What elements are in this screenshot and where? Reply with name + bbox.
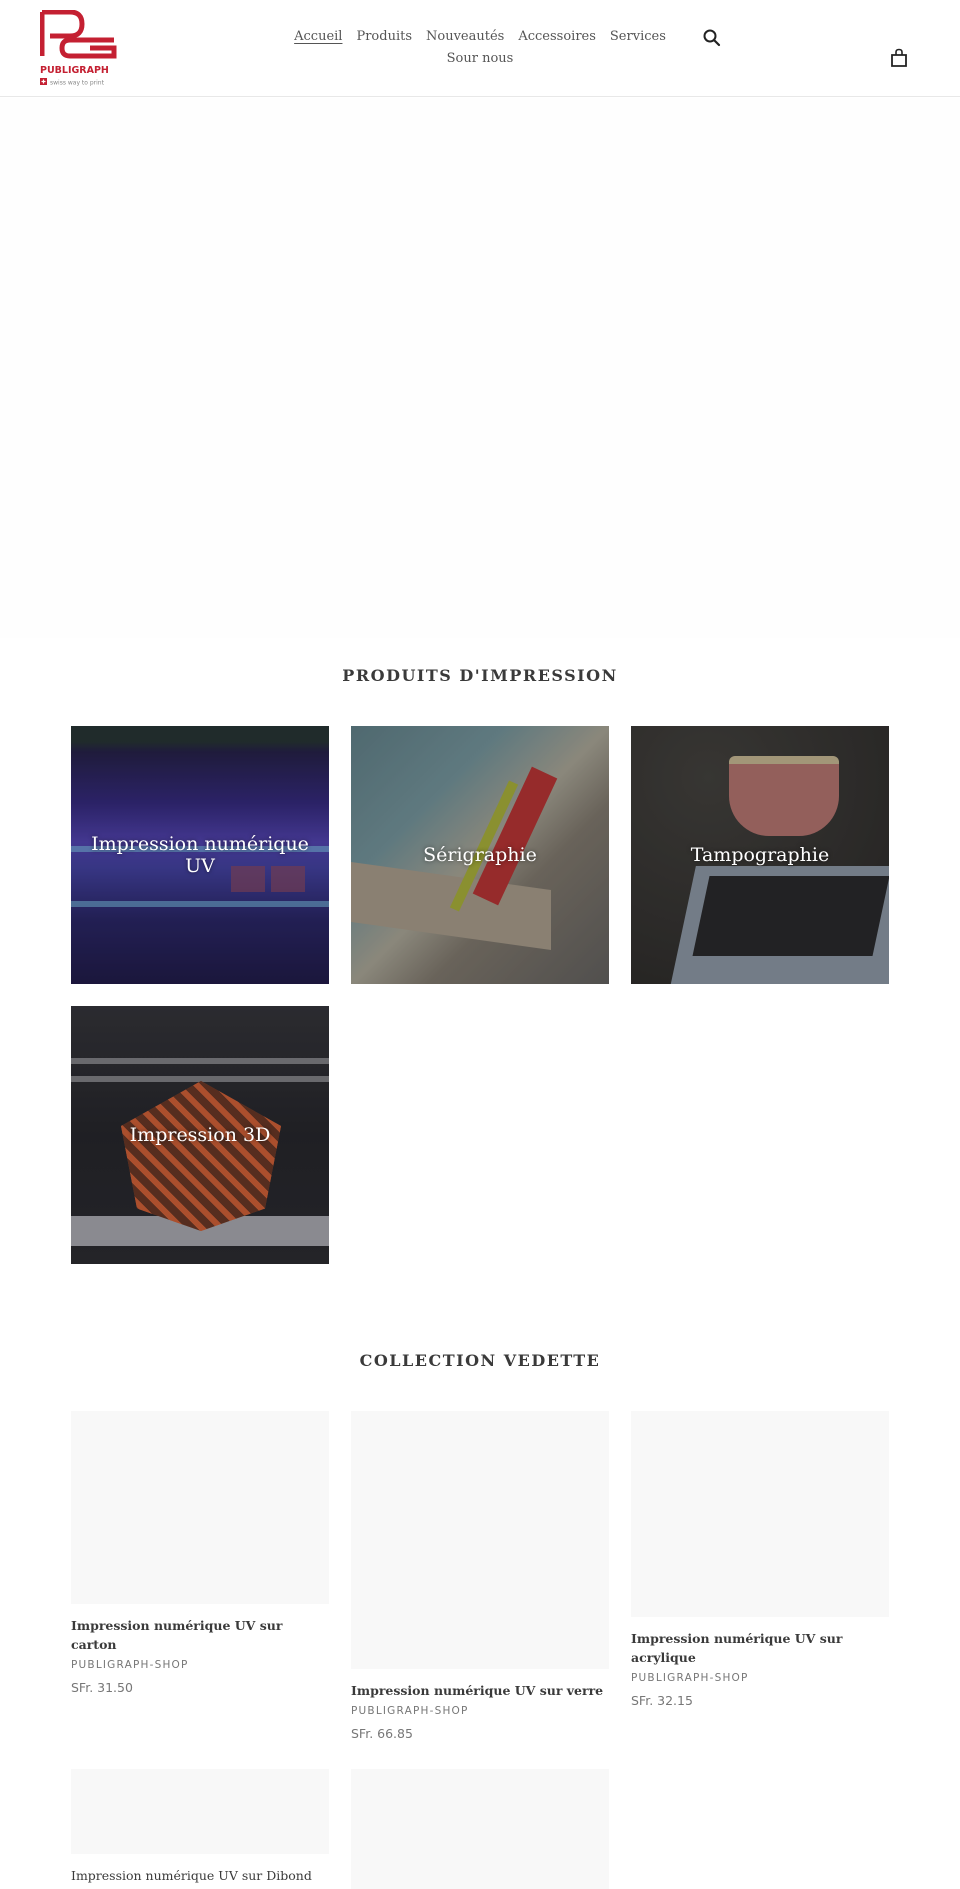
product-image-placeholder	[351, 1411, 609, 1669]
product-image-placeholder	[71, 1769, 329, 1854]
main-nav: Accueil Produits Nouveautés Accessoires Serv…	[270, 26, 690, 70]
hero-slideshow	[0, 98, 960, 638]
product-image-placeholder	[71, 1411, 329, 1604]
product-card[interactable]	[351, 1769, 609, 1889]
nav-sour-nous[interactable]: Sour nous	[447, 48, 514, 70]
search-icon	[703, 29, 721, 47]
product-image-placeholder	[351, 1769, 609, 1889]
product-vendor: PUBLIGRAPH-SHOP	[631, 1672, 749, 1684]
logo-tagline: swiss way to print	[50, 80, 105, 87]
collection-tile-label: Tampographie	[690, 844, 830, 866]
collection-tile-serigraphie[interactable]: Sérigraphie	[351, 726, 609, 984]
product-vendor: PUBLIGRAPH-SHOP	[71, 1659, 189, 1671]
product-title: Impression numérique UV sur verre	[351, 1683, 604, 1698]
product-card[interactable]: Impression numérique UV sur verre PUBLIG…	[351, 1411, 609, 1743]
collections-section-title: PRODUITS D'IMPRESSION	[342, 666, 618, 685]
cart-icon	[891, 48, 907, 67]
product-price: SFr. 32.15	[631, 1693, 693, 1708]
collection-tile-uv[interactable]: Impression numérique UV	[71, 726, 329, 984]
site-header: PUBLIGRAPH swiss way to print Accueil Pro…	[0, 0, 960, 97]
publigraph-logo: PUBLIGRAPH swiss way to print	[39, 9, 117, 87]
product-card[interactable]: Impression numérique UV sur carton PUBLI…	[71, 1411, 329, 1697]
nav-accueil[interactable]: Accueil	[294, 26, 342, 48]
product-price: SFr. 66.85	[351, 1726, 413, 1741]
product-title: Impression numérique UV sur acrylique	[631, 1631, 843, 1665]
cart-button[interactable]	[890, 48, 908, 68]
product-image-placeholder	[631, 1411, 889, 1617]
logo-link[interactable]: PUBLIGRAPH swiss way to print	[39, 9, 118, 87]
product-price: SFr. 31.50	[71, 1680, 133, 1695]
collection-tile-label: Sérigraphie	[423, 844, 537, 866]
nav-nouveautes[interactable]: Nouveautés	[426, 26, 504, 48]
collection-tile-label: Impression 3D	[129, 1124, 271, 1146]
collection-tile-tampographie[interactable]: Tampographie	[631, 726, 889, 984]
product-title: Impression numérique UV sur carton	[71, 1618, 283, 1652]
search-button[interactable]	[702, 28, 722, 48]
nav-services[interactable]: Services	[610, 26, 666, 48]
logo-brand-text: PUBLIGRAPH	[40, 65, 109, 76]
nav-produits[interactable]: Produits	[356, 26, 412, 48]
product-card[interactable]: Impression numérique UV sur acrylique PU…	[631, 1411, 889, 1710]
product-card[interactable]: Impression numérique UV sur Dibond	[71, 1769, 329, 1885]
product-vendor: PUBLIGRAPH-SHOP	[351, 1705, 469, 1717]
product-title: Impression numérique UV sur Dibond	[71, 1868, 312, 1883]
collection-tile-label: Impression numérique UV	[91, 833, 309, 877]
nav-accessoires[interactable]: Accessoires	[518, 26, 596, 48]
collection-tile-3d[interactable]: Impression 3D	[71, 1006, 329, 1264]
featured-section-title: COLLECTION VEDETTE	[359, 1351, 601, 1370]
